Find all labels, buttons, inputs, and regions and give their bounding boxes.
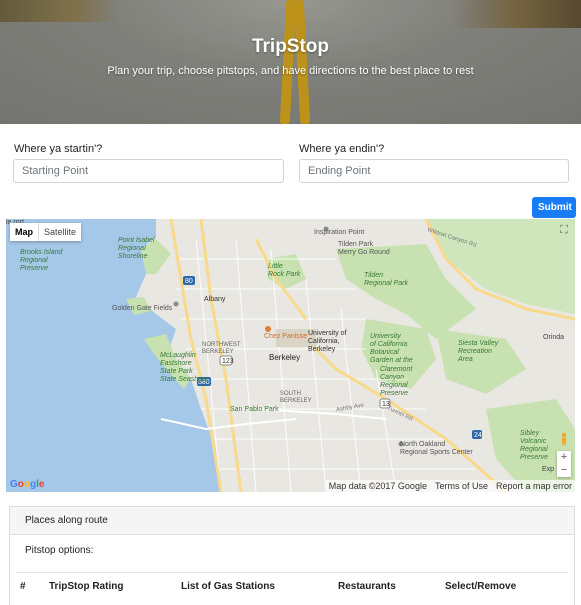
zoom-out-button[interactable]: − xyxy=(557,464,571,477)
fullscreen-icon[interactable]: ⛶ xyxy=(557,223,571,237)
start-label: Where ya startin'? xyxy=(14,143,103,155)
terms-of-use-link[interactable]: Terms of Use xyxy=(435,481,488,491)
starting-point-input[interactable] xyxy=(13,159,284,183)
map-label-mclaughlin: McLaughlin Eastshore State Park State Sea… xyxy=(160,352,209,383)
report-map-error-link[interactable]: Report a map error xyxy=(496,481,572,491)
map-label-brooks-island: Brooks Island Regional Preserve xyxy=(20,249,63,272)
map-type-control: Map Satellite xyxy=(10,223,82,241)
map-label-golden-gate-fields: Golden Gate Fields xyxy=(112,305,173,312)
map-label-sibley: Sibley Volcanic Regional Preserve xyxy=(520,430,549,461)
map-label-san-pablo-park: San Pablo Park xyxy=(230,406,279,413)
map-label-inspiration-point: Inspiration Point xyxy=(314,229,365,236)
ending-point-input[interactable] xyxy=(299,159,569,183)
zoom-control: + − xyxy=(557,451,571,477)
map-label-exp: Exp xyxy=(542,466,555,473)
zoom-in-button[interactable]: + xyxy=(557,451,571,464)
map-label-botanical: University of California Botanical Garde… xyxy=(370,333,413,364)
map-label-tilden-regional: Tilden Regional Park xyxy=(364,272,408,287)
map-data-text: Map data ©2017 Google xyxy=(328,481,427,491)
submit-button[interactable]: Submit xyxy=(532,197,576,218)
route-panel: Places along route Pitstop options: # Tr… xyxy=(9,506,575,605)
map-label-uc-berkeley: University of California, Berkeley xyxy=(308,330,347,353)
map-label-albany: Albany xyxy=(204,296,226,303)
panel-heading: Places along route xyxy=(10,507,574,535)
column-header-select-remove: Select/Remove xyxy=(445,581,517,592)
svg-text:80: 80 xyxy=(185,278,193,285)
map-type-map-button[interactable]: Map xyxy=(10,223,38,241)
column-header-gas-stations: List of Gas Stations xyxy=(181,581,275,592)
column-header-rating: TripStop Rating xyxy=(49,581,124,592)
svg-text:24: 24 xyxy=(474,432,482,439)
map-label-chez-panisse: Chez Panisse xyxy=(264,333,308,340)
map-label-claremont: Claremont Canyon Regional Preserve xyxy=(380,366,413,397)
column-header-restaurants: Restaurants xyxy=(338,581,396,592)
map-label-siesta-valley: Siesta Valley Recreation Area xyxy=(458,340,499,363)
map-label-point-isabel: Point Isabel Regional Shoreline xyxy=(118,237,155,260)
hero-banner: TripStop Plan your trip, choose pitstops… xyxy=(0,0,581,124)
end-label: Where ya endin'? xyxy=(299,143,385,155)
map-label-tilden-park: Tilden Park Merry Go Round xyxy=(338,241,390,256)
map-label-north-oakland: North Oakland Regional Sports Center xyxy=(400,441,473,456)
page-title: TripStop xyxy=(251,36,330,57)
google-logo: Google xyxy=(10,479,45,490)
map-label-orinda: Orinda xyxy=(543,334,565,341)
map-label-berkeley: Berkeley xyxy=(269,353,301,362)
divider xyxy=(16,572,568,573)
column-header-number: # xyxy=(20,581,26,592)
svg-text:123: 123 xyxy=(222,358,234,365)
map-label-south-berkeley: SOUTH BERKELEY xyxy=(280,391,312,404)
page-subtitle: Plan your trip, choose pitstops, and hav… xyxy=(107,65,474,77)
map-type-satellite-button[interactable]: Satellite xyxy=(38,223,81,241)
pegman-icon[interactable] xyxy=(559,432,569,446)
route-map[interactable]: 80 580 123 13 24 le rort Point IsabelReg… xyxy=(6,219,575,492)
map-label-little-rock: Little Rock Park xyxy=(268,263,301,278)
map-attribution: Map data ©2017 Google Terms of Use Repor… xyxy=(325,480,575,492)
pitstop-options-label: Pitstop options: xyxy=(25,545,94,556)
